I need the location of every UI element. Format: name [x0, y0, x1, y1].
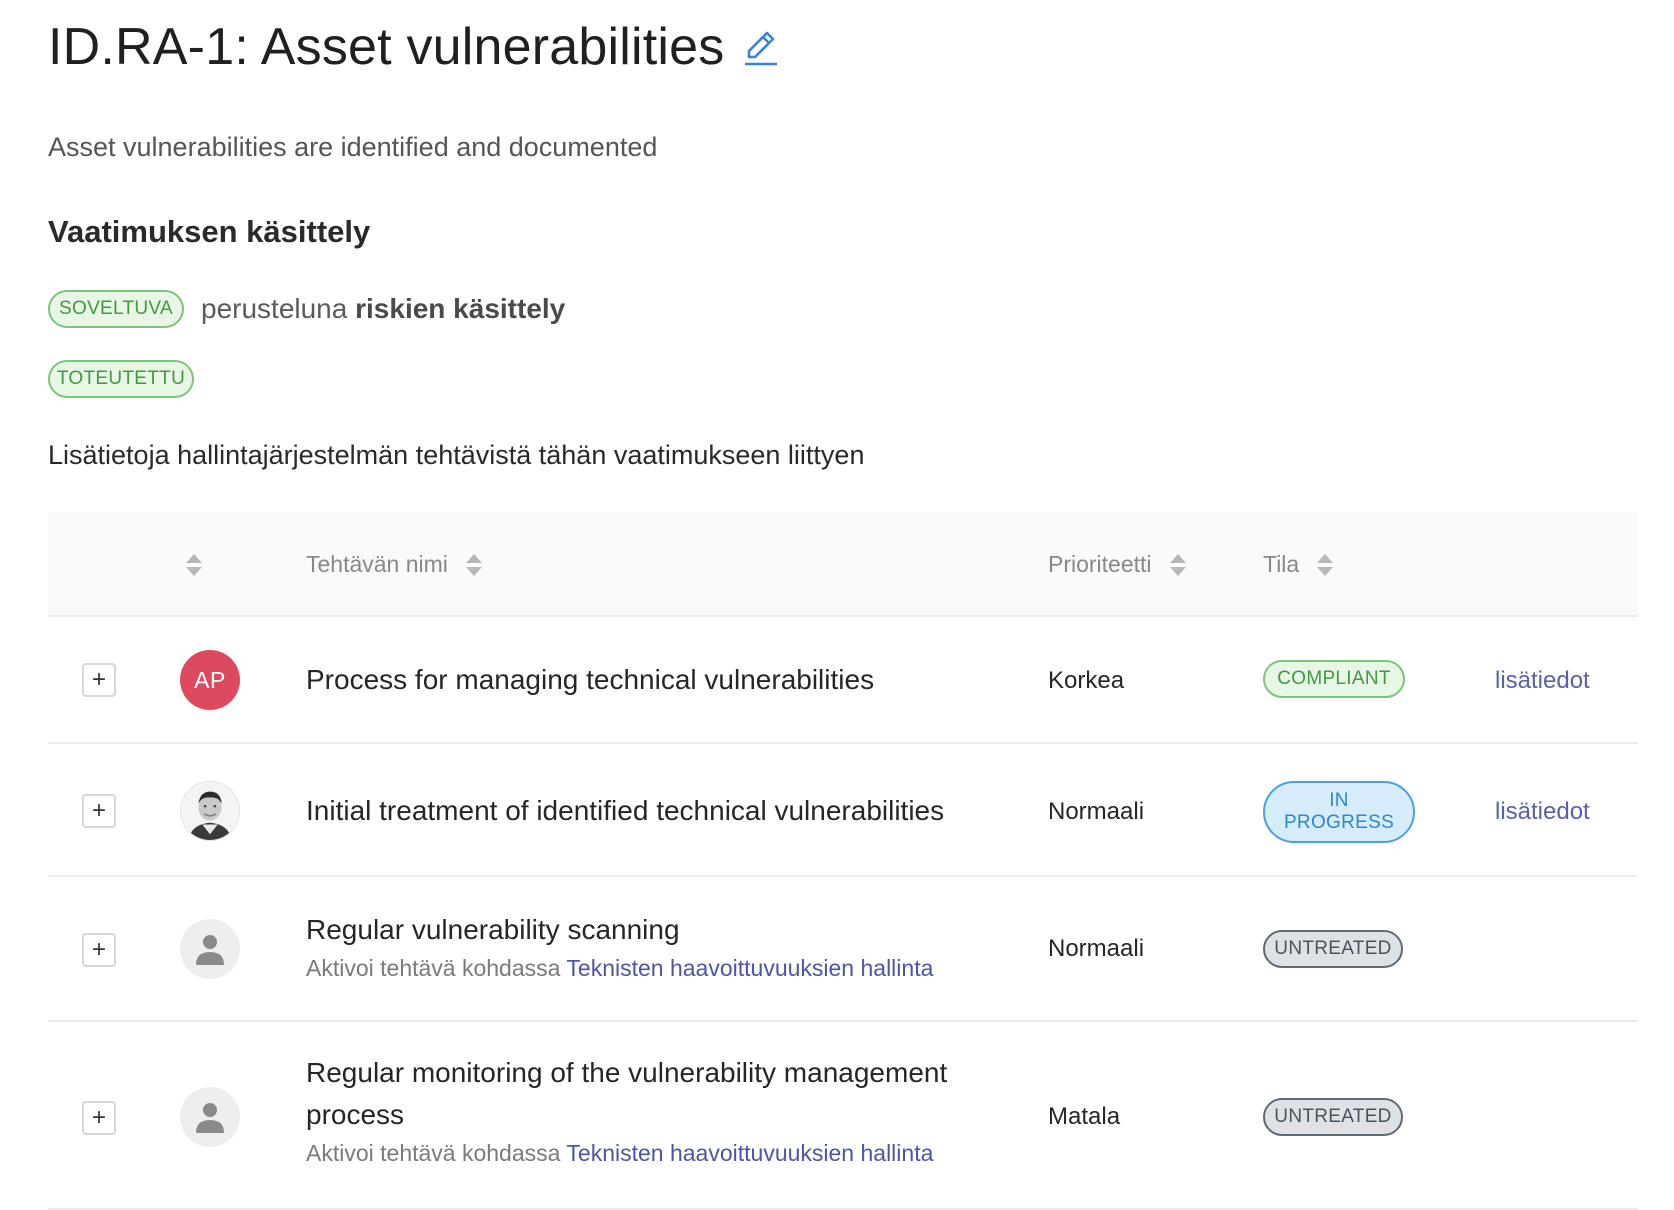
activation-link[interactable]: Teknisten haavoittuvuuksien hallinta	[566, 1140, 933, 1166]
expand-row-button[interactable]: +	[82, 933, 116, 967]
table-row: + Initial treatment of identified techni…	[48, 744, 1638, 877]
user-photo-icon	[181, 782, 239, 840]
person-icon	[196, 1103, 224, 1133]
hint-prefix: Aktivoi tehtävä kohdassa	[306, 955, 561, 981]
page-title: ID.RA-1: Asset vulnerabilities	[48, 18, 725, 76]
avatar: AP	[180, 650, 240, 710]
avatar	[180, 781, 240, 841]
priority-value: Normaali	[1048, 798, 1145, 825]
pencil-edit-icon[interactable]	[743, 25, 781, 69]
table-header: Tehtävän nimi Prioriteetti Tila	[48, 512, 1638, 617]
task-name[interactable]: Regular vulnerability scanning	[306, 909, 680, 951]
sort-icon[interactable]	[465, 553, 482, 576]
priority-value: Matala	[1048, 1103, 1121, 1130]
task-cell: Initial treatment of identified technica…	[306, 790, 1006, 832]
status-badge: COMPLIANT	[1263, 660, 1405, 698]
avatar-column-header[interactable]	[186, 512, 202, 617]
applicability-badge: SOVELTUVA	[48, 290, 184, 328]
column-label-name: Tehtävän nimi	[306, 551, 448, 577]
expand-row-button[interactable]: +	[82, 794, 116, 828]
person-icon	[196, 935, 224, 965]
table-row: + Regular vulnerability scanning Aktivoi…	[48, 877, 1638, 1022]
task-cell: Process for managing technical vulnerabi…	[306, 659, 1006, 701]
activation-link[interactable]: Teknisten haavoittuvuuksien hallinta	[566, 955, 933, 981]
avatar	[180, 919, 240, 979]
implementation-row: TOTEUTETTU	[48, 360, 194, 398]
status-badge: UNTREATED	[1263, 1098, 1403, 1136]
priority-value: Korkea	[1048, 667, 1125, 694]
task-cell: Regular vulnerability scanning Aktivoi t…	[306, 909, 1006, 982]
applicability-row: SOVELTUVA perusteluna riskien käsittely	[48, 290, 565, 328]
section-heading: Vaatimuksen käsittely	[48, 214, 371, 249]
justification-text: perusteluna riskien käsittely	[201, 293, 565, 325]
tasks-intro-text: Lisätietoja hallintajärjestelmän tehtävi…	[48, 440, 865, 470]
task-activation-hint: Aktivoi tehtävä kohdassa Teknisten haavo…	[306, 955, 933, 982]
justification-prefix: perusteluna	[201, 293, 348, 324]
page-header: ID.RA-1: Asset vulnerabilities	[48, 14, 781, 80]
expand-row-button[interactable]: +	[82, 1101, 116, 1135]
column-label-priority: Prioriteetti	[1048, 551, 1152, 577]
sort-icon[interactable]	[1169, 553, 1186, 576]
justification-value: riskien käsittely	[355, 293, 566, 324]
expand-row-button[interactable]: +	[82, 663, 116, 697]
hint-prefix: Aktivoi tehtävä kohdassa	[306, 1140, 561, 1166]
details-link[interactable]: lisätiedot	[1495, 798, 1590, 826]
priority-value: Normaali	[1048, 935, 1145, 962]
column-label-status: Tila	[1263, 551, 1300, 577]
task-name[interactable]: Initial treatment of identified technica…	[306, 790, 944, 832]
task-activation-hint: Aktivoi tehtävä kohdassa Teknisten haavo…	[306, 1140, 933, 1167]
task-cell: Regular monitoring of the vulnerability …	[306, 1052, 1006, 1167]
tasks-table: Tehtävän nimi Prioriteetti Tila + AP Pro…	[48, 512, 1638, 1210]
task-name[interactable]: Regular monitoring of the vulnerability …	[306, 1052, 1006, 1136]
sort-icon[interactable]	[186, 553, 202, 576]
status-badge: UNTREATED	[1263, 930, 1403, 968]
task-name[interactable]: Process for managing technical vulnerabi…	[306, 659, 874, 701]
status-cell: COMPLIANT	[1263, 660, 1405, 698]
column-header-status[interactable]: Tila	[1263, 512, 1334, 617]
table-row: + Regular monitoring of the vulnerabilit…	[48, 1022, 1638, 1210]
requirement-description: Asset vulnerabilities are identified and…	[48, 132, 658, 162]
implementation-badge: TOTEUTETTU	[48, 360, 194, 398]
avatar	[180, 1087, 240, 1147]
column-header-priority[interactable]: Prioriteetti	[1048, 512, 1186, 617]
details-link[interactable]: lisätiedot	[1495, 667, 1590, 695]
status-cell: IN PROGRESS	[1263, 781, 1415, 843]
status-cell: UNTREATED	[1263, 930, 1403, 968]
table-row: + AP Process for managing technical vuln…	[48, 617, 1638, 744]
status-badge: IN PROGRESS	[1263, 781, 1415, 843]
sort-icon[interactable]	[1317, 553, 1334, 576]
column-header-name[interactable]: Tehtävän nimi	[306, 512, 482, 617]
status-cell: UNTREATED	[1263, 1098, 1403, 1136]
